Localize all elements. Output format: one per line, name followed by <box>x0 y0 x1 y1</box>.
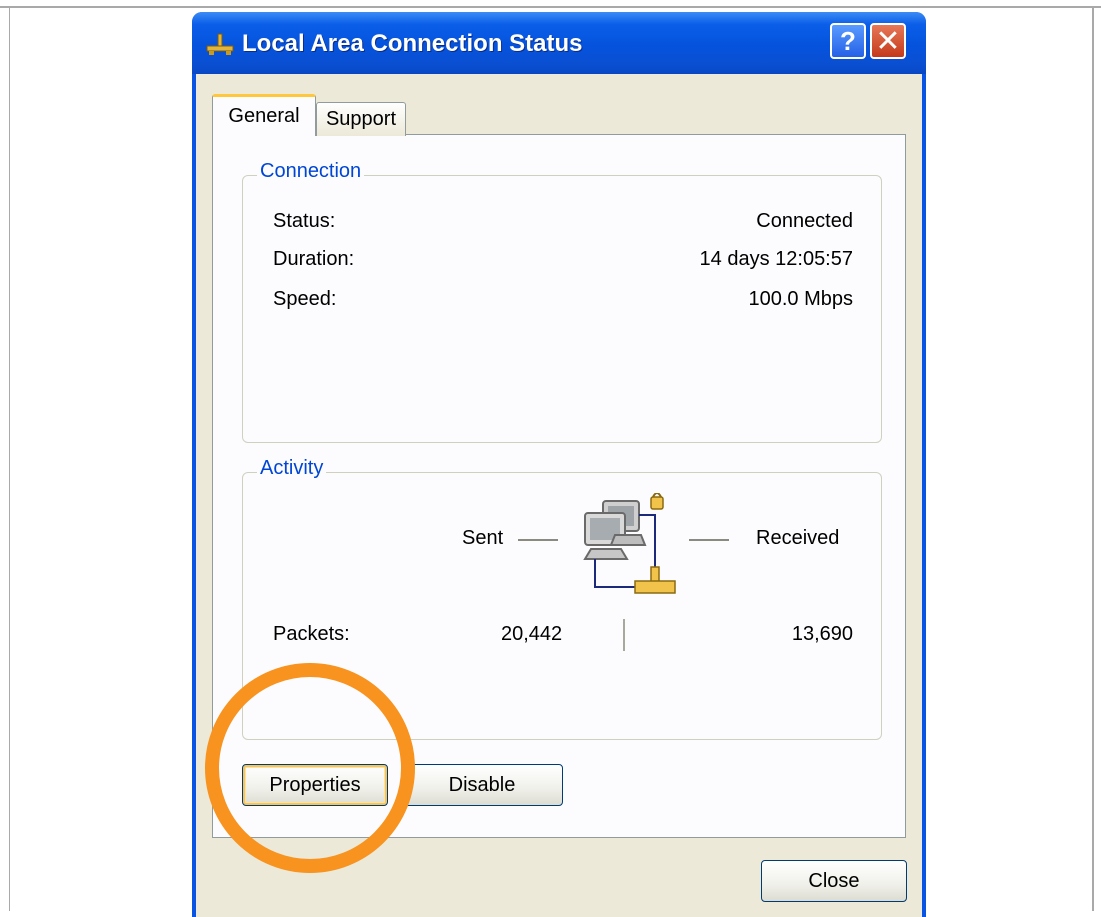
page-border-top <box>0 6 1101 8</box>
network-connection-icon <box>206 33 234 55</box>
properties-button[interactable]: Properties <box>242 764 388 806</box>
status-label: Status: <box>273 210 336 232</box>
sent-line <box>518 539 558 541</box>
activity-group: Activity Sent Received Packets: 20,442 1… <box>242 457 882 740</box>
page-border-right <box>1092 6 1094 911</box>
packets-sent-value: 20,442 <box>501 623 563 645</box>
title-bar[interactable]: Local Area Connection Status ? ✕ <box>192 12 926 74</box>
page-border-left <box>9 6 10 911</box>
received-label: Received <box>756 527 840 549</box>
status-dialog: Local Area Connection Status ? ✕ Connect… <box>192 12 926 917</box>
duration-value: 14 days 12:05:57 <box>699 248 853 270</box>
packets-label: Packets: <box>273 623 350 645</box>
speed-label: Speed: <box>273 288 337 310</box>
duration-label: Duration: <box>273 248 355 270</box>
speed-value: 100.0 Mbps <box>748 288 853 310</box>
activity-legend: Activity <box>257 457 327 480</box>
disable-button[interactable]: Disable <box>401 764 563 806</box>
received-line <box>689 539 729 541</box>
tab-support[interactable]: Support <box>316 102 406 136</box>
window-title: Local Area Connection Status <box>242 30 583 57</box>
close-window-button[interactable]: ✕ <box>870 23 906 59</box>
connection-legend: Connection <box>257 160 365 183</box>
tab-general[interactable]: General <box>212 94 316 136</box>
packets-divider <box>623 619 625 651</box>
sent-label: Sent <box>462 527 504 549</box>
network-computers-icon <box>583 493 676 594</box>
help-button[interactable]: ? <box>830 23 866 59</box>
connection-group: Connection Status: Connected Duration: 1… <box>242 160 882 443</box>
packets-received-value: 13,690 <box>791 623 853 645</box>
close-button[interactable]: Close <box>761 860 907 902</box>
general-tab-panel: Connection Status: Connected Duration: 1… <box>212 134 906 838</box>
dialog-client-area: Connection Status: Connected Duration: 1… <box>196 74 922 917</box>
status-value: Connected <box>756 210 853 232</box>
